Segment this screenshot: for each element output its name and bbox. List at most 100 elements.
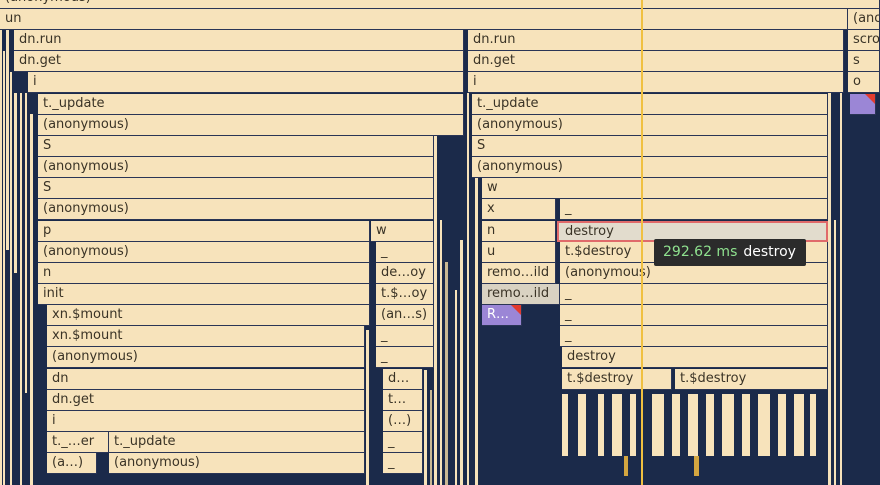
flame-frame[interactable]: dn.get [468,51,844,72]
flame-frame[interactable]: R… [482,305,522,326]
thin-frame-stripe [778,394,786,456]
flame-frame[interactable]: (anonymous) [38,115,464,136]
flame-frame[interactable]: i [468,72,844,93]
thin-frame-stripe [578,394,586,456]
flame-frame[interactable]: S [38,136,434,157]
flame-frame[interactable]: xn.$mount [47,305,370,326]
frame-anonymous-root[interactable]: (anonymous) [0,0,880,9]
flame-frame[interactable]: dn.run [14,30,464,51]
flame-frame[interactable]: (a…) [47,453,97,474]
flame-frame[interactable]: un [0,9,848,30]
flame-frame[interactable]: _ [560,284,828,305]
flame-frame[interactable]: (anonymous) [47,347,365,368]
flame-frame[interactable]: dn.get [47,390,365,411]
thin-frame-stripe [722,394,734,456]
thin-frame-stripe [794,394,804,456]
thin-frame-stripe [366,330,369,485]
thin-frame-stripe [445,262,448,485]
flame-frame[interactable]: _ [376,242,434,263]
flame-frame[interactable]: (anonymous) [560,263,828,284]
thin-frame-stripe [455,290,457,485]
flame-frame[interactable]: t.$…oy [376,284,434,305]
thin-frame-stripe [30,114,33,485]
flame-frame[interactable]: _ [383,453,423,474]
thin-frame-stripe [424,370,427,485]
flame-frame[interactable]: _ [376,326,434,347]
thin-frame-stripe [460,240,463,485]
flame-frame[interactable]: _ [376,347,434,368]
flame-frame[interactable]: (anonymous) [472,157,828,178]
thin-frame-stripe [14,93,17,273]
flame-frame[interactable]: (ano [848,9,880,30]
flame-frame[interactable]: t.$destroy [562,369,672,390]
flame-frame[interactable]: t… [383,390,423,411]
thin-frame-stripe [10,72,12,485]
flame-frame[interactable]: (anonymous) [38,157,434,178]
flame-frame[interactable]: (anonymous) [38,199,434,220]
flame-frame[interactable]: n [38,263,370,284]
time-cursor-line[interactable] [641,0,643,485]
flame-frame[interactable]: (anonymous) [472,115,828,136]
thin-frame-stripe [562,394,568,456]
flame-frame[interactable]: dn [47,369,365,390]
flame-frame[interactable]: de…oy [376,263,434,284]
thin-frame-stripe [475,178,478,485]
flame-frame[interactable]: remo…ild [482,263,556,284]
flame-frame[interactable]: p [38,221,370,242]
flame-frame[interactable]: S [38,178,434,199]
tooltip-name: destroy [743,244,796,260]
flame-frame[interactable]: scro [848,30,880,51]
thin-frame-stripe [434,135,437,485]
flame-frame[interactable]: s [848,51,880,72]
thin-frame-stripe [840,51,842,485]
flame-frame[interactable]: xn.$mount [47,326,365,347]
flame-frame[interactable]: t._update [38,94,464,115]
flame-frame[interactable]: n [482,221,556,242]
thin-frame-stripe [828,93,831,485]
flame-frame[interactable]: destroy [562,347,828,368]
thin-frame-stripe [25,93,27,393]
flame-frame[interactable]: S [472,136,828,157]
flame-frame[interactable]: dn.run [468,30,844,51]
thin-frame-stripe [652,394,664,456]
thin-frame-stripe [630,394,636,456]
thin-frame-stripe [706,394,714,456]
warning-flag-icon [865,94,875,104]
flame-frame[interactable]: t._…er [47,432,109,453]
thin-frame-stripe [598,394,604,456]
flame-frame[interactable]: x [482,199,556,220]
flame-frame[interactable]: _ [560,326,828,347]
flame-frame[interactable]: t._update [109,432,365,453]
thin-frame-stripe [624,456,628,476]
flame-frame[interactable]: _ [560,305,828,326]
flame-frame[interactable]: i [28,72,464,93]
flame-frame[interactable]: i [47,411,365,432]
flame-frame[interactable]: (anonymous) [38,242,370,263]
flame-frame[interactable]: dn.get [14,51,464,72]
thin-frame-stripe [758,394,770,456]
flame-frame[interactable]: (an…s) [376,305,434,326]
flame-frame[interactable]: w [482,178,828,199]
flame-frame[interactable]: d… [383,369,423,390]
flame-chart[interactable]: (anonymous) un(anodn.rundn.runscrodn.get… [0,0,880,485]
thin-frame-stripe [810,394,816,456]
flame-frame[interactable]: _ [560,199,828,220]
flame-frame[interactable]: (…) [383,411,423,432]
flame-frame[interactable]: t.$destroy [675,369,828,390]
flame-frame[interactable]: _ [383,432,423,453]
flame-frame[interactable]: t._update [472,94,828,115]
flame-frame[interactable]: o [848,72,880,93]
thin-frame-stripe [430,390,432,485]
tooltip-duration: 292.62 ms [663,244,738,260]
thin-frame-stripe [467,93,469,485]
flame-frame[interactable] [850,94,876,115]
flame-frame[interactable]: init [38,284,370,305]
thin-frame-stripe [0,30,2,485]
flame-frame[interactable]: remo…ild [482,284,560,305]
flame-frame[interactable]: (anonymous) [109,453,365,474]
thin-frame-stripe [672,394,680,456]
warning-flag-icon [511,305,521,315]
thin-frame-stripe [742,394,750,456]
flame-frame[interactable]: u [482,242,556,263]
flame-frame[interactable]: w [371,221,434,242]
